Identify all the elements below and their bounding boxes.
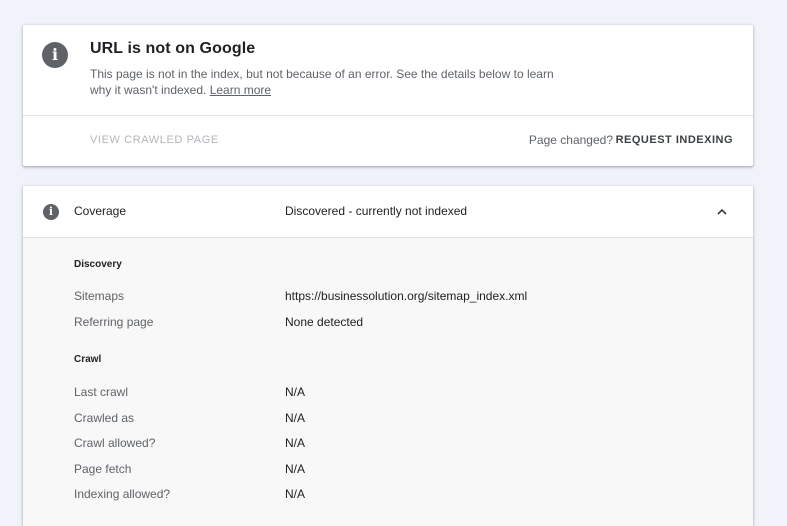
page-changed-label: Page changed? [528,133,613,147]
indexing-allowed-value: N/A [285,487,306,501]
status-description: This page is not in the index, but not b… [90,66,560,98]
crawl-allowed-value: N/A [285,436,306,450]
crawl-allowed-label: Crawl allowed? [74,436,156,450]
info-icon: i [43,204,59,220]
sitemaps-value: https://businessolution.org/sitemap_inde… [285,289,528,303]
chevron-up-icon[interactable] [717,207,727,217]
status-actions-bar: VIEW CRAWLED PAGE Page changed? REQUEST … [23,116,753,166]
page-fetch-label: Page fetch [74,462,132,476]
coverage-label: Coverage [74,204,127,218]
page-fetch-value: N/A [285,462,306,476]
coverage-card: i Coverage Discovered - currently not in… [23,186,753,526]
crawled-as-label: Crawled as [74,411,135,425]
coverage-header[interactable]: i Coverage Discovered - currently not in… [23,186,753,238]
referring-page-value: None detected [285,315,364,329]
crawl-section-title: Crawl [74,354,102,365]
crawled-as-value: N/A [285,411,306,425]
discovery-section-title: Discovery [74,259,122,270]
url-status-header: i URL is not on Google This page is not … [23,25,753,116]
indexing-allowed-label: Indexing allowed? [74,487,171,501]
referring-page-label: Referring page [74,315,154,329]
status-title: URL is not on Google [90,40,256,57]
last-crawl-label: Last crawl [74,385,129,399]
status-description-text: This page is not in the index, but not b… [90,67,554,97]
info-icon: i [42,42,68,68]
url-status-card: i URL is not on Google This page is not … [23,25,753,166]
learn-more-link[interactable]: Learn more [210,83,271,97]
coverage-details: Discovery Sitemaps https://businessoluti… [23,238,753,526]
view-crawled-page-button[interactable]: VIEW CRAWLED PAGE [90,134,219,146]
last-crawl-value: N/A [285,385,306,399]
request-indexing-button[interactable]: REQUEST INDEXING [616,134,733,146]
coverage-status: Discovered - currently not indexed [285,204,468,218]
sitemaps-label: Sitemaps [74,289,125,303]
